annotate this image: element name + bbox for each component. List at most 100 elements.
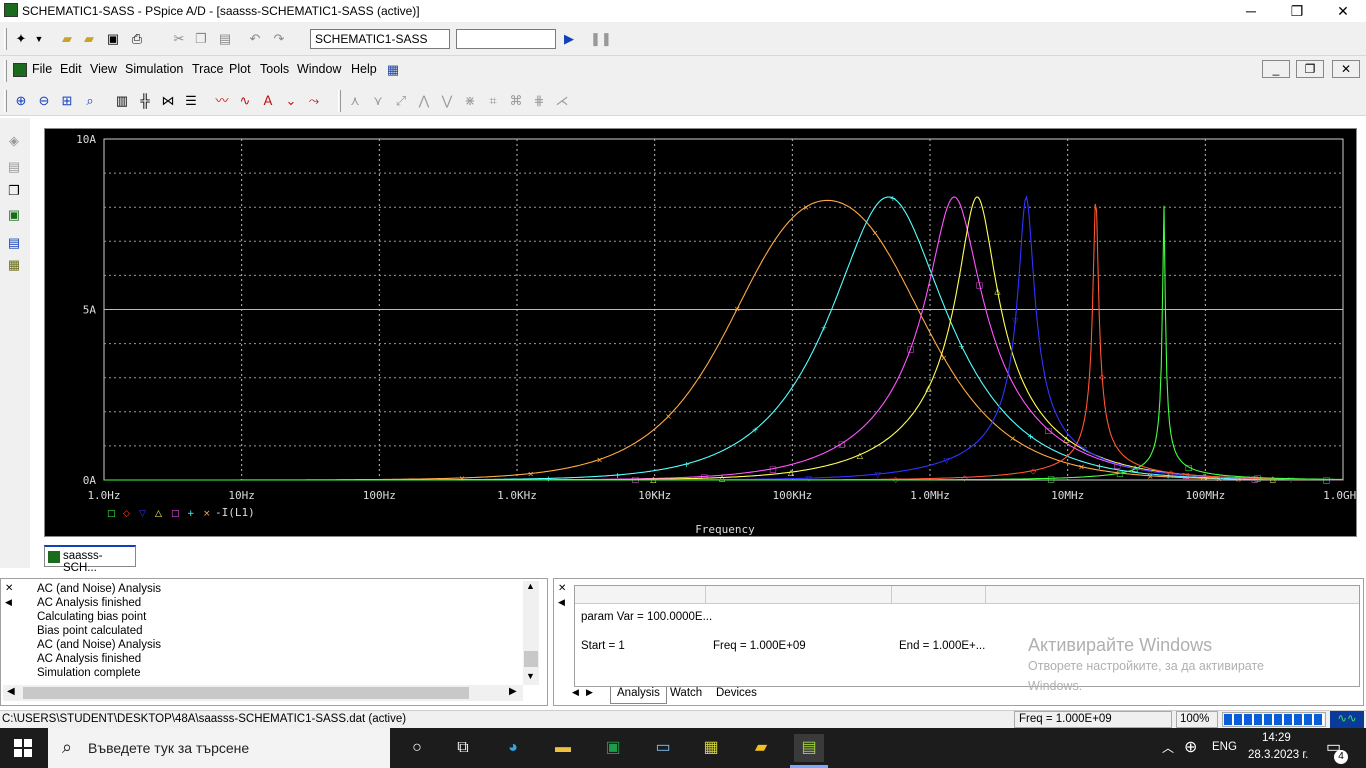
menu-help[interactable]: Help xyxy=(351,62,377,76)
close-button[interactable]: ✕ xyxy=(1320,0,1366,22)
pspice-taskbar-icon[interactable]: ▤ xyxy=(794,734,824,762)
log-x-icon[interactable]: ▥ xyxy=(113,92,131,110)
whats-this-icon[interactable]: ▦ xyxy=(384,61,402,79)
doc-restore-button[interactable]: ❐ xyxy=(1296,60,1324,78)
cortana-icon[interactable]: ○ xyxy=(402,734,432,762)
eval-goal-icon[interactable]: ∿ xyxy=(236,92,254,110)
doc-minimize-button[interactable]: _ xyxy=(1262,60,1290,78)
probe-icon[interactable]: ▦ xyxy=(5,256,23,274)
cursor-transition-icon[interactable]: ⋕ xyxy=(530,92,548,110)
windows-start-icon[interactable] xyxy=(14,739,32,757)
tab-analysis[interactable]: Analysis xyxy=(610,687,667,704)
tab-watch[interactable]: Watch xyxy=(664,687,708,704)
scroll-right-icon[interactable]: ▶ xyxy=(509,686,517,697)
menu-simulation[interactable]: Simulation xyxy=(125,62,183,76)
plot-svg[interactable]: 1.0Hz 10Hz 100Hz 1.0KHz 10KHz 100KHz 1.0MHz 10M… xyxy=(45,129,1356,536)
menu-view[interactable]: View xyxy=(90,62,117,76)
document-icon xyxy=(13,63,27,77)
new-file-icon[interactable]: ✦ xyxy=(12,30,30,48)
zoom-area-icon[interactable]: ⊞ xyxy=(58,92,76,110)
scroll-left-icon[interactable]: ◀ xyxy=(7,686,15,697)
edge-icon[interactable]: ◕ xyxy=(498,734,528,762)
cursor-max-icon[interactable]: ⋁ xyxy=(438,92,456,110)
chevron-down-icon[interactable]: ▼ xyxy=(30,30,48,48)
cursor-slope-icon[interactable]: ⤢ xyxy=(392,92,410,110)
text-label-icon[interactable]: ꓮ xyxy=(259,92,277,110)
cursor-next-icon[interactable]: ⌘ xyxy=(507,92,525,110)
zoom-in-icon[interactable]: ⊕ xyxy=(12,92,30,110)
menu-edit[interactable]: Edit xyxy=(60,62,82,76)
menu-trace[interactable]: Trace xyxy=(192,62,224,76)
copy-icon[interactable]: ❐ xyxy=(192,30,210,48)
vertical-scrollbar[interactable]: ▲ ▼ xyxy=(523,581,539,685)
close-status-icon[interactable]: ✕ xyxy=(558,583,566,594)
zoom-fit-icon[interactable]: ⌕ xyxy=(81,92,99,110)
minimize-button[interactable]: ─ xyxy=(1228,0,1274,22)
view-sim-icon[interactable]: ▤ xyxy=(5,158,23,176)
trace-marker: ◇ xyxy=(1099,372,1106,381)
menu-tools[interactable]: Tools xyxy=(260,62,289,76)
tab-scroll-left-icon[interactable]: ◀ xyxy=(572,687,579,698)
excel-icon[interactable]: ▣ xyxy=(598,734,628,762)
cursor-min-icon[interactable]: ⋀ xyxy=(415,92,433,110)
scroll-down-icon[interactable]: ▼ xyxy=(526,671,535,681)
cursor-search-icon[interactable]: ⌗ xyxy=(484,92,502,110)
status-panel-toggle-icon[interactable]: ◀ xyxy=(558,597,565,608)
cursor-peak-icon[interactable]: ⋏ xyxy=(346,92,364,110)
globe-icon[interactable]: ⊕ xyxy=(1184,737,1197,757)
menu-plot[interactable]: Plot xyxy=(229,62,251,76)
output-panel-toggle-icon[interactable]: ◀ xyxy=(5,597,12,608)
language-indicator[interactable]: ENG xyxy=(1212,741,1237,753)
task-view-icon[interactable]: ⧉ xyxy=(448,734,478,762)
network-app-icon[interactable]: ▭ xyxy=(648,734,678,762)
performance-icon[interactable]: ⋈ xyxy=(159,92,177,110)
pause-icon[interactable]: ❚❚ xyxy=(590,30,612,48)
scroll-up-icon[interactable]: ▲ xyxy=(526,581,535,591)
doc-tab[interactable]: saasss-SCH... xyxy=(44,545,136,574)
print-icon[interactable]: ⎙ xyxy=(128,30,146,48)
paste-icon[interactable]: ▤ xyxy=(216,30,234,48)
output-file-icon[interactable]: ▤ xyxy=(5,234,23,252)
trace-marker: □ xyxy=(1047,474,1055,483)
zoom-out-icon[interactable]: ⊖ xyxy=(35,92,53,110)
restore-button[interactable]: ❐ xyxy=(1274,0,1320,22)
toggle-cursor-icon[interactable]: ⤳ xyxy=(305,92,323,110)
tray-chevron-up-icon[interactable]: ︿ xyxy=(1162,739,1174,756)
cursor-point-icon[interactable]: ⋇ xyxy=(461,92,479,110)
tab-devices[interactable]: Devices xyxy=(710,687,763,704)
redo-icon[interactable]: ↷ xyxy=(270,30,288,48)
capture-app-icon[interactable]: ▦ xyxy=(696,734,726,762)
trace-marker: + xyxy=(1096,462,1103,471)
schematic-icon[interactable]: ▣ xyxy=(5,206,23,224)
copy-plot-icon[interactable]: ❐ xyxy=(5,182,23,200)
play-icon[interactable]: ▶ xyxy=(560,30,578,48)
doc-close-button[interactable]: ✕ xyxy=(1332,60,1360,78)
log-y-icon[interactable]: ☰ xyxy=(182,92,200,110)
close-output-icon[interactable]: ✕ xyxy=(5,583,13,594)
open-recent-icon[interactable]: ▰ xyxy=(80,30,98,48)
cursor-label-icon[interactable]: ⋌ xyxy=(553,92,571,110)
profile-select[interactable]: SCHEMATIC1-SASS xyxy=(310,29,450,49)
fourier-icon[interactable]: ╬ xyxy=(136,92,154,110)
horizontal-scrollbar[interactable]: ◀ ▶ xyxy=(3,685,523,701)
clock-time[interactable]: 14:29 xyxy=(1262,732,1291,744)
open-folder-icon[interactable]: ▰ xyxy=(58,30,76,48)
cut-icon[interactable]: ✂ xyxy=(170,30,188,48)
menu-file[interactable]: File xyxy=(32,62,52,76)
menu-window[interactable]: Window xyxy=(297,62,341,76)
run-icon[interactable]: ◈ xyxy=(5,132,23,150)
save-icon[interactable]: ▣ xyxy=(104,30,122,48)
add-trace-icon[interactable]: 〰 xyxy=(213,92,231,110)
clock-date[interactable]: 28.3.2023 г. xyxy=(1248,749,1308,761)
undo-icon[interactable]: ↶ xyxy=(246,30,264,48)
tab-scroll-right-icon[interactable]: ▶ xyxy=(586,687,593,698)
simulation-field[interactable] xyxy=(456,29,556,49)
h-scroll-thumb[interactable] xyxy=(23,687,469,699)
mark-label-icon[interactable]: ⌄ xyxy=(282,92,300,110)
file-explorer-icon[interactable]: ▬ xyxy=(548,734,578,762)
cursor-trough-icon[interactable]: ⋎ xyxy=(369,92,387,110)
pdf-app-icon[interactable]: ▰ xyxy=(746,734,776,762)
taskbar-search-box[interactable]: ⌕ Въведете тук за търсене xyxy=(48,728,390,768)
plot-window[interactable]: 1.0Hz 10Hz 100Hz 1.0KHz 10KHz 100KHz 1.0MHz 10M… xyxy=(44,128,1357,537)
scroll-thumb[interactable] xyxy=(524,651,538,667)
